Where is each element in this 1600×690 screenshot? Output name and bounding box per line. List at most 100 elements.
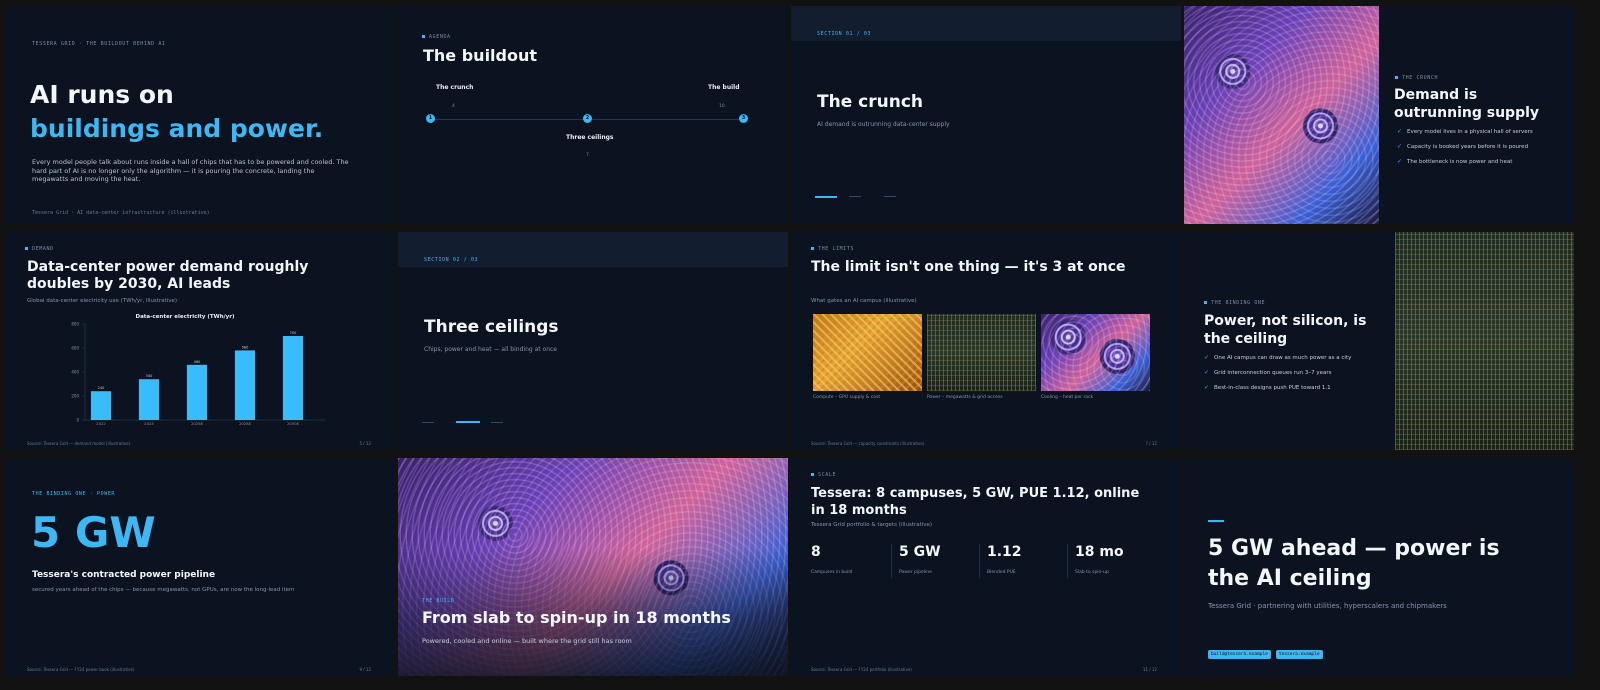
bullet-item: ✓ Grid interconnection queues run 3–7 yea… (1204, 369, 1389, 376)
slide-footer: Source: Tessera Grid — FY24 power book (… (27, 667, 135, 672)
slide-footer: Source: Tessera Grid — FY24 portfolio (i… (811, 667, 912, 672)
agenda-item-label: The build (708, 84, 740, 91)
card-caption: Power – megawatts & grid access (927, 395, 1003, 400)
limit-card-cooling[interactable]: Cooling – heat per rack (1041, 314, 1150, 400)
email-link[interactable]: build@tessera.example (1208, 650, 1271, 659)
kicker-square-icon (811, 247, 814, 250)
slide-title: Power, not silicon, is the ceiling (1204, 313, 1367, 347)
slide-subtitle: Global data-center electricity use (TWh/… (27, 298, 178, 304)
stat-value: 1.12 (987, 544, 1022, 560)
check-icon: ✓ (1397, 158, 1403, 165)
check-icon: ✓ (1397, 143, 1403, 150)
slide-9-bignumber[interactable]: THE BINDING ONE · POWER 5 GW Tessera's c… (5, 458, 395, 676)
website-link[interactable]: tessera.example (1275, 650, 1323, 659)
x-tick-label: 2030E (287, 421, 300, 426)
kicker-text: THE CRUNCH (1402, 75, 1439, 81)
stat-power: 5 GW Power pipeline (899, 544, 941, 575)
section-progress-1 (815, 196, 837, 198)
slide-footer: Source: Tessera Grid — demand model (ill… (27, 441, 131, 446)
server-fans-photo (1184, 6, 1379, 224)
slide-5-chart[interactable]: DEMAND Data-center power demand roughly … (5, 232, 395, 450)
slide-title: Three ceilings (424, 317, 559, 337)
y-tick-label: 200 (71, 394, 79, 399)
data-label: 460 (194, 360, 201, 364)
agenda-item-page: 7 (586, 153, 589, 158)
slide-kicker: SCALE (811, 472, 836, 478)
slide-kicker: DEMAND (25, 246, 54, 252)
check-icon: ✓ (1397, 128, 1403, 135)
limit-card-power[interactable]: Power – megawatts & grid access (927, 314, 1036, 400)
kicker-text: THE LIMITS (818, 246, 855, 252)
slide-8-binding[interactable]: THE BINDING ONE Power, not silicon, is t… (1184, 232, 1574, 450)
agenda-item-page: 10 (719, 104, 725, 109)
stat-value: 5 GW (899, 544, 941, 560)
slide-title: The crunch (817, 92, 923, 112)
slide-title: The buildout (423, 46, 538, 65)
bullet-item: ✓ Every model lives in a physical hall of… (1397, 128, 1567, 135)
chart-title: Data-center electricity (TWh/yr) (136, 314, 235, 320)
bar (234, 350, 256, 420)
stat-divider (891, 544, 892, 578)
stat-divider (979, 544, 980, 578)
big-number: 5 GW (31, 508, 156, 557)
x-tick-label: 2028E (239, 421, 252, 426)
data-label: 340 (146, 374, 153, 378)
slide-11-scale[interactable]: SCALE Tessera: 8 campuses, 5 GW, PUE 1.1… (791, 458, 1181, 676)
card-caption: Compute – GPU supply & cost (813, 395, 881, 400)
agenda-node-2: 2 (583, 114, 592, 123)
slide-4-split[interactable]: THE CRUNCH Demand is outrunning supply ✓… (1184, 6, 1574, 224)
bullet-text: Every model lives in a physical hall of … (1407, 128, 1533, 135)
bar (186, 364, 208, 420)
slide-kicker: THE BUILD (422, 598, 455, 604)
slide-subtitle: Tessera Grid portfolio & targets (illust… (811, 522, 933, 528)
slide-6-section[interactable]: SECTION 02 / 03 Three ceilings Chips, po… (398, 232, 788, 450)
bullet-text: The bottleneck is now power and heat (1407, 158, 1513, 165)
slide-subtitle: Powered, cooled and online — built where… (422, 637, 632, 645)
bullet-item: ✓ Capacity is booked years before it is p… (1397, 143, 1567, 150)
stat-campuses: 8 Campuses in build (811, 544, 852, 575)
slide-12-closing[interactable]: 5 GW ahead — power is the AI ceiling Tes… (1184, 458, 1574, 676)
accent-rule (1208, 520, 1224, 522)
stat-pue: 1.12 Blended PUE (987, 544, 1022, 575)
stat-spin-up: 18 mo Slab to spin-up (1075, 544, 1124, 575)
kicker-square-icon (1395, 76, 1398, 79)
page-number: 5 / 12 (359, 441, 371, 446)
y-tick-label: 600 (71, 346, 79, 351)
slide-title: Tessera's contracted power pipeline (32, 570, 216, 580)
bullet-list: ✓ Every model lives in a physical hall of… (1397, 128, 1567, 173)
kicker-text: DEMAND (32, 246, 54, 252)
stats-row: 8 Campuses in build 5 GW Power pipeline 1.… (811, 544, 1161, 584)
slide-7-limits[interactable]: THE LIMITS The limit isn't one thing — i… (791, 232, 1181, 450)
slide-kicker: AGENDA (422, 34, 451, 40)
check-icon: ✓ (1204, 384, 1210, 391)
data-label: 580 (242, 345, 249, 349)
stat-label: Power pipeline (899, 570, 932, 575)
x-tick-label: 2022 (96, 421, 106, 426)
section-progress-1 (422, 422, 434, 423)
stat-value: 8 (811, 544, 821, 560)
agenda-item-page: 4 (452, 104, 455, 109)
kicker-square-icon (25, 247, 28, 250)
y-tick-label: 0 (76, 418, 79, 423)
bullet-text: Capacity is booked years before it is po… (1407, 143, 1529, 150)
slide-10-photo[interactable]: THE BUILD From slab to spin-up in 18 mon… (398, 458, 788, 676)
page-number: 11 / 12 (1142, 667, 1157, 672)
slide-subtitle: What gates an AI campus (illustrative) (811, 298, 917, 304)
slide-3-section[interactable]: SECTION 01 / 03 The crunch AI demand is … (791, 6, 1181, 224)
stat-label: Campuses in build (811, 570, 853, 575)
slide-2-agenda[interactable]: AGENDA The buildout The crunch 4 1 2 Thr… (398, 6, 788, 224)
page-number: 7 / 12 (1145, 441, 1157, 446)
slide-footer: Source: Tessera Grid — capacity constrai… (811, 441, 925, 446)
agenda-node-3: 3 (739, 114, 748, 123)
bar (138, 379, 160, 420)
limit-card-compute[interactable]: Compute – GPU supply & cost (813, 314, 922, 400)
slide-1-title[interactable]: TESSERA GRID · THE BUILDOUT BEHIND AI AI… (5, 6, 395, 224)
data-label: 700 (290, 331, 297, 335)
bullet-text: Grid interconnection queues run 3–7 year… (1214, 369, 1332, 376)
agenda-item-label: Three ceilings (566, 134, 614, 141)
bullet-text: One AI campus can draw as much power as … (1214, 354, 1352, 361)
bullet-item: ✓ One AI campus can draw as much power as… (1204, 354, 1389, 361)
slide-title: Tessera: 8 campuses, 5 GW, PUE 1.12, onl… (811, 486, 1140, 518)
data-label: 240 (98, 386, 105, 390)
slide-title: The limit isn't one thing — it's 3 at on… (811, 259, 1126, 275)
